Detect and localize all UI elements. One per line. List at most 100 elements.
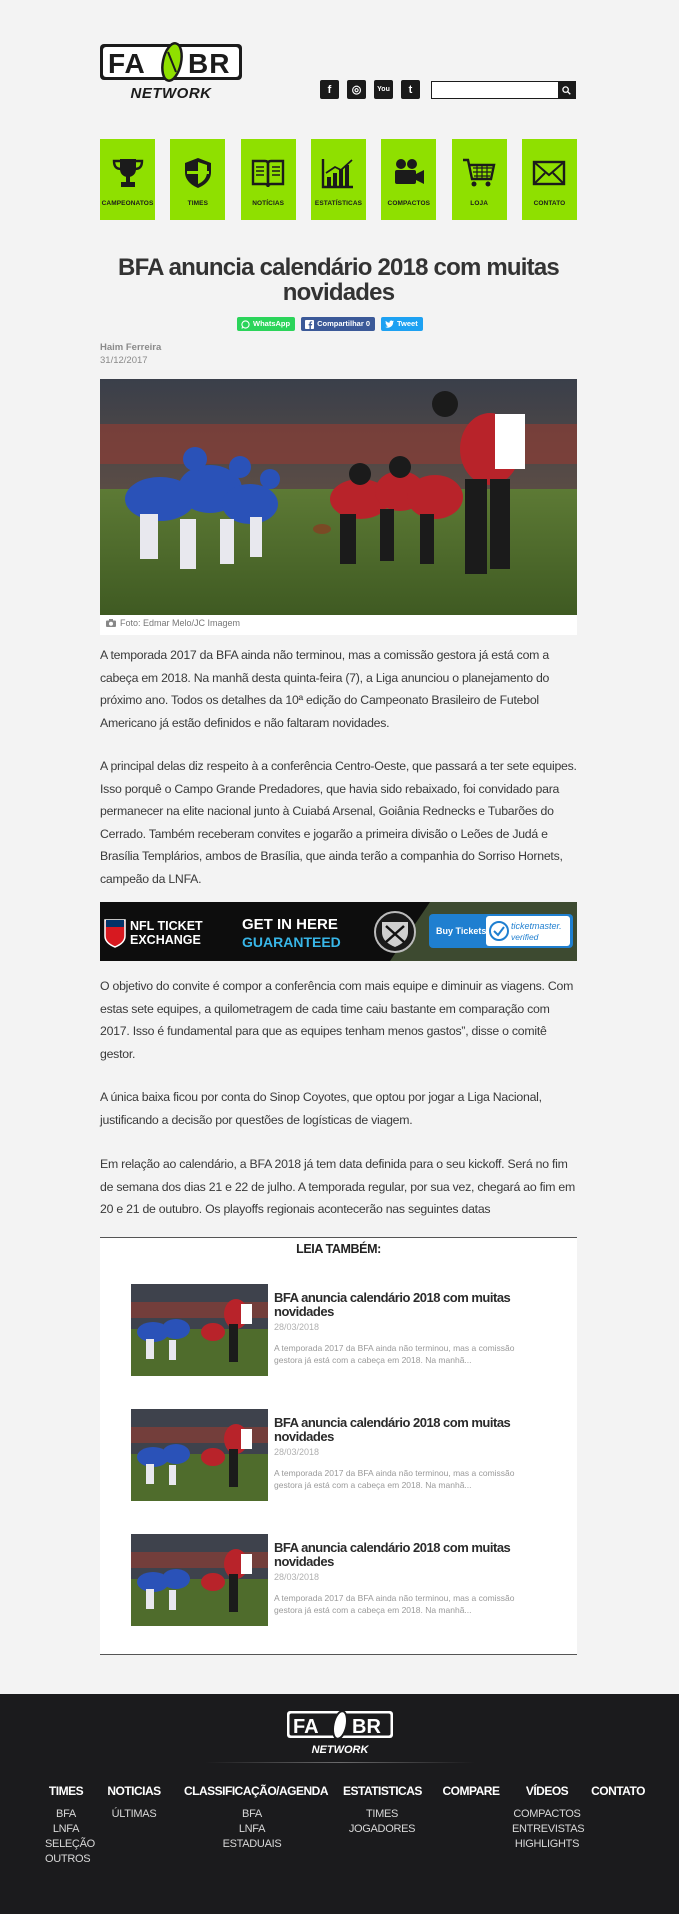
footer-heading[interactable]: COMPARE (442, 1784, 500, 1798)
footer-link[interactable]: TIMES (343, 1807, 421, 1822)
facebook-icon (305, 319, 315, 329)
related-excerpt: A temporada 2017 da BFA ainda não termin… (274, 1343, 515, 1365)
main-nav: CAMPEONATOS TIMES NOTÍCIAS ESTATÍSTICAS (100, 139, 577, 220)
footer-col-contato: CONTATO (588, 1784, 648, 1807)
site-logo[interactable]: FA BR NETWORK (100, 40, 242, 102)
nav-noticias[interactable]: NOTÍCIAS (240, 139, 296, 220)
footer-link[interactable]: COMPACTOS (512, 1807, 582, 1822)
article-title: BFA anuncia calendário 2018 com muitas n… (118, 254, 560, 306)
search-button[interactable] (558, 82, 575, 98)
svg-text:Buy Tickets: Buy Tickets (436, 926, 486, 936)
photo-credit: Foto: Edmar Melo/JC Imagem (106, 618, 240, 628)
related-card[interactable]: BFA anuncia calendário 2018 com muitas n… (131, 1534, 551, 1626)
whatsapp-share-label: WhatsApp (253, 319, 291, 328)
related-title: BFA anuncia calendário 2018 com muitas n… (274, 1415, 511, 1444)
footer-col-noticias: NOTICIAS ÚLTIMAS (106, 1784, 162, 1822)
nav-label: COMPACTOS (387, 200, 431, 207)
footer-link[interactable]: LNFA (184, 1822, 320, 1837)
footer-heading[interactable]: CONTATO (588, 1784, 648, 1798)
nav-label: LOJA (470, 200, 489, 207)
nav-label: CAMPEONATOS (101, 200, 154, 207)
svg-text:FA: FA (108, 48, 146, 79)
svg-text:NETWORK: NETWORK (131, 85, 213, 102)
related-thumbnail (131, 1409, 268, 1501)
twitter-share-button[interactable]: Tweet (381, 317, 423, 331)
book-icon (251, 159, 285, 188)
footer-link[interactable]: ÚLTIMAS (106, 1807, 162, 1822)
related-card[interactable]: BFA anuncia calendário 2018 com muitas n… (131, 1409, 551, 1501)
article-paragraph: O objetivo do convite é compor a conferê… (100, 979, 574, 1061)
whatsapp-icon (241, 319, 250, 329)
whatsapp-share-button[interactable]: WhatsApp (237, 317, 296, 331)
camera-icon (106, 619, 116, 627)
trophy-icon (112, 159, 143, 187)
camera-icon (394, 159, 424, 184)
footer-col-videos: VÍDEOS COMPACTOS ENTREVISTAS HIGHLIGHTS (512, 1784, 585, 1852)
svg-text:BR: BR (352, 1716, 381, 1738)
article-author[interactable]: Haim Ferreira (100, 342, 161, 353)
twitter-share-label: Tweet (397, 319, 418, 328)
search-box (431, 81, 576, 99)
site-header: FA BR NETWORK f ◎ You t (0, 0, 679, 130)
facebook-share-button[interactable]: Compartilhar 0 (301, 317, 376, 331)
nav-estatisticas[interactable]: ESTATÍSTICAS (310, 139, 366, 220)
article-paragraph: A única baixa ficou por conta do Sinop C… (100, 1090, 542, 1127)
ad-artwork: NFL TICKET EXCHANGE GET IN HERE GUARANTE… (100, 902, 577, 961)
footer-link[interactable]: BFA (45, 1807, 87, 1822)
footer-logo[interactable]: FA BR NETWORK (287, 1709, 393, 1756)
related-excerpt: A temporada 2017 da BFA ainda não termin… (274, 1468, 515, 1490)
facebook-share-label: Compartilhar 0 (317, 319, 371, 328)
chart-icon (322, 159, 354, 189)
footer-link[interactable]: BFA (184, 1807, 320, 1822)
related-date: 28/03/2018 (274, 1322, 320, 1332)
related-articles: LEIA TAMBÉM: BFA anuncia calendário 2018… (100, 1237, 577, 1655)
social-links: f ◎ You t (320, 80, 420, 99)
related-excerpt: A temporada 2017 da BFA ainda não termin… (274, 1593, 515, 1615)
nav-campeonatos[interactable]: CAMPEONATOS (100, 139, 155, 220)
article-paragraph: A principal delas diz respeito à a confe… (100, 759, 577, 886)
footer-heading[interactable]: VÍDEOS (512, 1784, 582, 1798)
footer-heading[interactable]: NOTICIAS (106, 1784, 162, 1798)
nav-label: NOTÍCIAS (252, 200, 285, 207)
article-paragraph: Em relação ao calendário, a BFA 2018 já … (100, 1157, 575, 1216)
footer-link[interactable]: SELEÇÃO (45, 1837, 95, 1852)
svg-text:ticketmaster.: ticketmaster. (511, 921, 562, 931)
search-input[interactable] (432, 82, 558, 98)
footer-link[interactable]: OUTROS (45, 1852, 91, 1867)
shield-icon (184, 158, 211, 188)
nav-contato[interactable]: CONTATO (521, 139, 577, 220)
mail-icon (533, 160, 566, 186)
nav-label: CONTATO (533, 200, 566, 207)
footer-link[interactable]: ESTADUAIS (184, 1837, 320, 1852)
twitter-icon[interactable]: t (401, 80, 420, 99)
nav-label: ESTATÍSTICAS (314, 200, 363, 207)
nav-compactos[interactable]: COMPACTOS (381, 139, 437, 220)
nav-times[interactable]: TIMES (170, 139, 226, 220)
photo-credit-text: Foto: Edmar Melo/JC Imagem (120, 618, 241, 628)
twitter-icon (385, 320, 395, 328)
nav-loja[interactable]: LOJA (451, 139, 507, 220)
footer-link[interactable]: HIGHLIGHTS (512, 1837, 582, 1852)
related-title: BFA anuncia calendário 2018 com muitas n… (274, 1540, 511, 1569)
footer-col-times: TIMES BFA LNFA SELEÇÃO OUTROS (45, 1784, 95, 1867)
related-date: 28/03/2018 (274, 1447, 320, 1457)
footer-col-estatisticas: ESTATISTICAS TIMES JOGADORES (343, 1784, 422, 1837)
youtube-icon[interactable]: You (374, 80, 393, 99)
related-card[interactable]: BFA anuncia calendário 2018 com muitas n… (131, 1284, 551, 1376)
svg-text:GUARANTEED: GUARANTEED (242, 934, 341, 950)
share-buttons: WhatsApp Compartilhar 0 Tweet (237, 317, 423, 331)
footer-link[interactable]: JOGADORES (343, 1822, 421, 1837)
footer-heading[interactable]: TIMES (45, 1784, 87, 1798)
nav-label: TIMES (187, 200, 209, 207)
footer-heading[interactable]: ESTATISTICAS (343, 1784, 422, 1798)
footer-link[interactable]: LNFA (45, 1822, 87, 1837)
article-paragraph: A temporada 2017 da BFA ainda não termin… (100, 648, 550, 730)
facebook-icon[interactable]: f (320, 80, 339, 99)
ad-banner[interactable]: NFL TICKET EXCHANGE GET IN HERE GUARANTE… (100, 902, 577, 961)
related-thumbnail (131, 1534, 268, 1626)
footer-link[interactable]: ENTREVISTAS (512, 1822, 585, 1837)
instagram-icon[interactable]: ◎ (347, 80, 366, 99)
footer-heading[interactable]: CLASSIFICAÇÃO/AGENDA (184, 1784, 329, 1798)
search-icon (562, 85, 571, 95)
svg-text:EXCHANGE: EXCHANGE (130, 933, 201, 947)
